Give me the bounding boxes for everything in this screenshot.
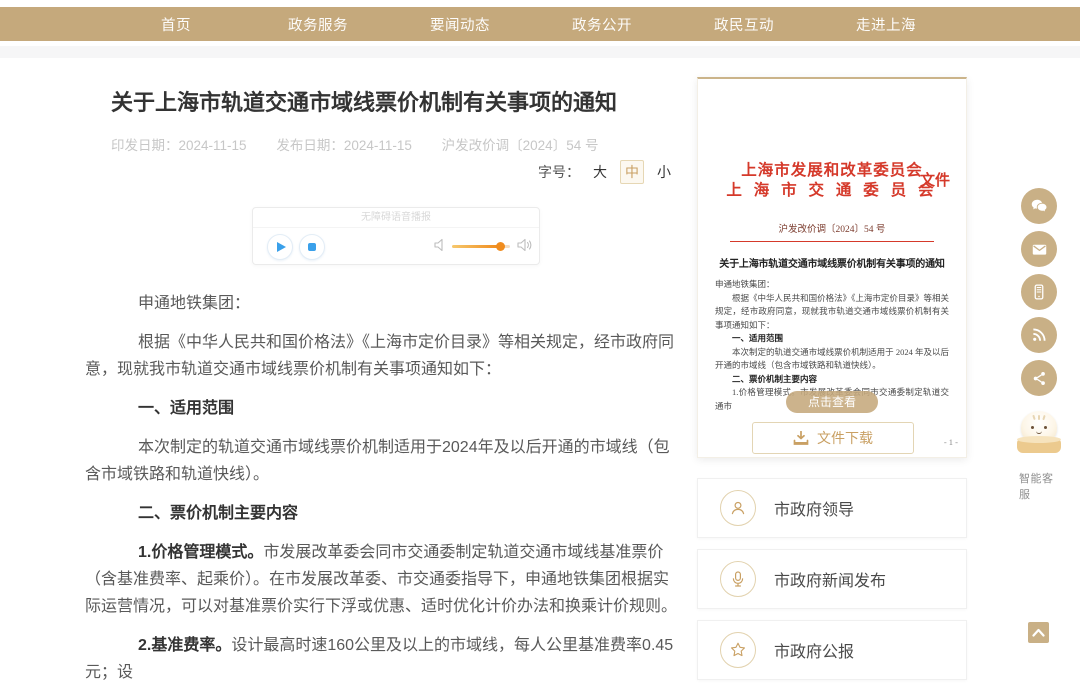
issue-date: 印发日期：2024-11-15 [111,138,247,153]
article-body: 申通地铁集团： 根据《中华人民共和国价格法》《上海市定价目录》等相关规定，经市政… [85,290,677,698]
paragraph: 根据《中华人民共和国价格法》《上海市定价目录》等相关规定，经市政府同意，现就我市… [85,329,677,383]
font-size-small[interactable]: 小 [653,161,675,183]
font-size-label: 字号： [538,162,580,182]
preview-title: 关于上海市轨道交通市域线票价机制有关事项的通知 [698,255,966,270]
wechat-share-button[interactable] [1021,188,1057,224]
audio-player: 无障碍语音播报 [252,207,540,265]
document-letterhead: 上海市发展和改革委员会 上 海 市 交 通 委 员 会 文件 [698,161,966,201]
share-button[interactable] [1021,360,1057,396]
nav-item-openness[interactable]: 政务公开 [531,14,673,35]
preview-page-number: - 1 - [944,437,958,447]
chatbot-mascot[interactable] [1015,411,1063,461]
nav-item-news[interactable]: 要闻动态 [389,14,531,35]
email-share-button[interactable] [1021,231,1057,267]
top-nav-bar: 首页 政务服务 要闻动态 政务公开 政民互动 走进上海 [0,7,1080,41]
mobile-version-button[interactable] [1021,274,1057,310]
header-divider [0,46,1080,58]
mobile-icon [1030,283,1048,301]
nav-item-services[interactable]: 政务服务 [247,14,389,35]
sidebar-item-label: 市政府新闻发布 [774,567,886,591]
share-icon [1031,370,1048,387]
chatbot-label: 智能客服 [1019,470,1059,502]
download-file-button[interactable]: 文件下载 [752,422,914,454]
badge-icon [729,641,747,659]
doc-number: 沪发改价调〔2024〕54 号 [442,138,599,153]
stop-button[interactable] [299,234,325,260]
chevron-up-icon [1032,628,1045,637]
paragraph-salutation: 申通地铁集团： [85,290,677,317]
microphone-icon [729,570,747,588]
wechat-icon [1029,196,1049,216]
paragraph: 本次制定的轨道交通市域线票价机制适用于2024年及以后开通的市域线（包含市域铁路… [85,434,677,488]
paragraph: 1.价格管理模式。市发展改革委会同市交通委制定轨道交通市域线基准票价（含基准费率… [85,539,677,620]
nav-item-about-shanghai[interactable]: 走进上海 [815,14,957,35]
font-size-medium[interactable]: 中 [620,160,644,184]
nav-item-home[interactable]: 首页 [105,14,247,35]
volume-low-icon [434,238,446,252]
sidebar-item-label: 市政府公报 [774,638,854,662]
sidebar-item-press-release[interactable]: 市政府新闻发布 [697,549,967,609]
preview-doc-number: 沪发改价调〔2024〕54 号 [698,221,966,235]
document-preview[interactable]: 上海市发展和改革委员会 上 海 市 交 通 委 员 会 文件 沪发改价调〔202… [698,79,966,457]
back-to-top-button[interactable] [1028,622,1049,643]
nav-item-interaction[interactable]: 政民互动 [673,14,815,35]
play-button[interactable] [267,234,293,260]
font-size-large[interactable]: 大 [589,161,611,183]
letterhead-suffix: 文件 [920,169,950,190]
sidebar-item-government-gazette[interactable]: 市政府公报 [697,620,967,680]
letterhead-divider [730,241,934,242]
view-document-button[interactable]: 点击查看 [786,391,878,413]
section-heading: 二、票价机制主要内容 [85,500,677,527]
volume-slider[interactable] [452,245,510,248]
paragraph: 2.基准费率。设计最高时速160公里及以上的市域线，每人公里基准费率0.45元；… [85,632,677,686]
publish-date: 发布日期：2024-11-15 [276,138,412,153]
person-icon [729,499,747,517]
sidebar-item-label: 市政府领导 [774,496,854,520]
mascot-steamer [1017,439,1061,453]
mail-icon [1030,240,1049,259]
volume-slider-handle[interactable] [496,242,505,251]
article-meta: 印发日期：2024-11-15 发布日期：2024-11-15 沪发改价调〔20… [85,134,675,154]
audio-player-caption: 无障碍语音播报 [253,208,539,228]
rss-button[interactable] [1021,317,1057,353]
article: 关于上海市轨道交通市域线票价机制有关事项的通知 印发日期：2024-11-15 … [85,88,675,154]
section-heading: 一、适用范围 [85,395,677,422]
font-size-selector: 字号： 大 中 小 [538,160,675,184]
audio-player-controls [253,228,539,264]
download-icon [793,431,809,446]
sidebar-item-government-leaders[interactable]: 市政府领导 [697,478,967,538]
floating-toolbar: 智能客服 [1019,188,1059,502]
document-preview-card: 上海市发展和改革委员会 上 海 市 交 通 委 员 会 文件 沪发改价调〔202… [697,77,967,458]
top-nav: 首页 政务服务 要闻动态 政务公开 政民互动 走进上海 [0,7,1080,41]
page-title: 关于上海市轨道交通市域线票价机制有关事项的通知 [85,88,675,118]
stop-icon [308,243,316,251]
rss-icon [1030,326,1048,344]
volume-high-icon [517,238,533,252]
play-icon [277,242,286,252]
